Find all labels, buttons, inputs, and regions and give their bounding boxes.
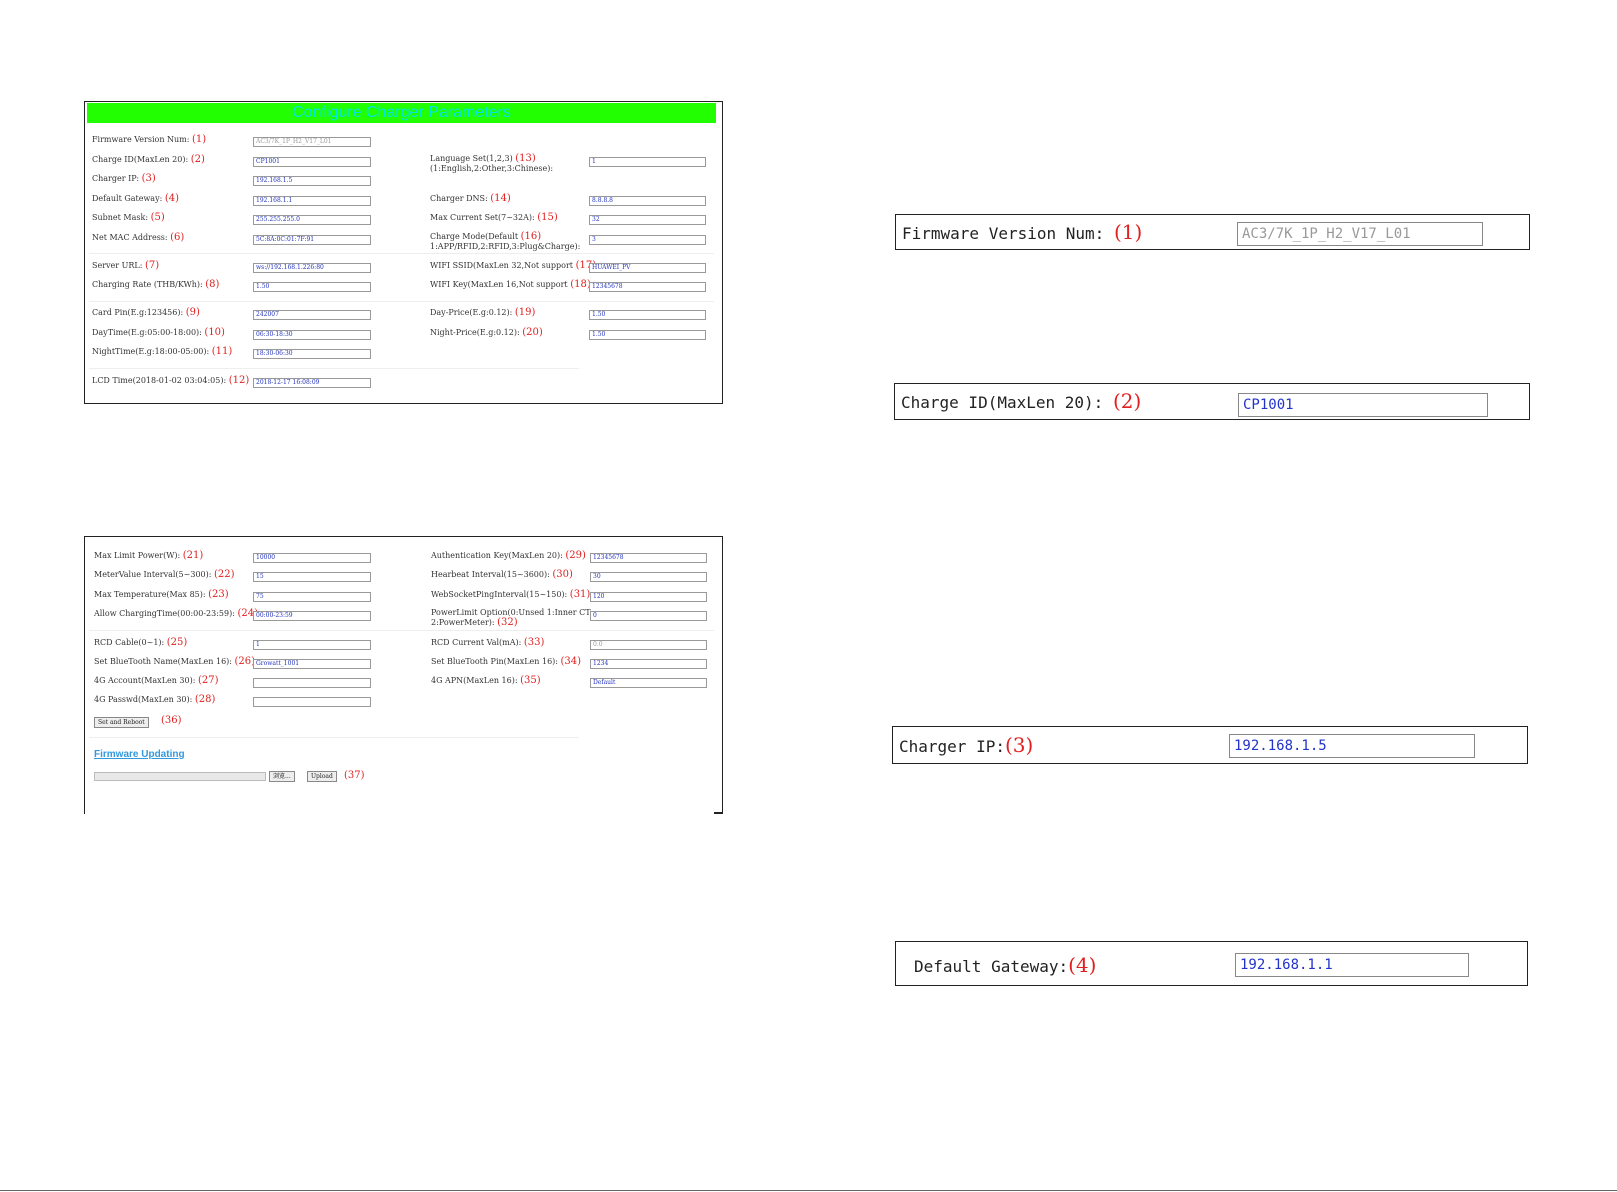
zoom-label-firmware-version: Firmware Version Num: (1): [902, 220, 1143, 244]
zoom-label-charge-id: Charge ID(MaxLen 20): (2): [901, 389, 1142, 413]
night-price-input[interactable]: 1.50: [589, 330, 706, 340]
language-set-input[interactable]: 1: [589, 157, 706, 167]
firmware-version-field: AC3/7K_1P_H2_V17_L01: [253, 137, 371, 147]
label-max-temperature: Max Temperature(Max 85): (23): [94, 589, 229, 600]
label-authentication-key: Authentication Key(MaxLen 20): (29): [431, 550, 586, 561]
label-night-price: Night-Price(E.g:0.12): (20): [430, 327, 543, 338]
label-bluetooth-pin: Set BlueTooth Pin(MaxLen 16): (34): [431, 656, 582, 667]
label-day-price: Day-Price(E.g:0.12): (19): [430, 307, 536, 318]
wifi-ssid-input[interactable]: HUAWEI_PV: [589, 263, 706, 273]
label-lcd-time: LCD Time(2018-01-02 03:04:05): (12): [92, 375, 250, 386]
label-language-set: Language Set(1,2,3) (13) (1:English,2:Oth…: [430, 153, 554, 174]
label-rcd-current: RCD Current Val(mA): (33): [431, 637, 545, 648]
label-wifi-key: WIFI Key(MaxLen 16,Not support (18): [430, 279, 591, 290]
divider: [89, 253, 714, 254]
label-metervalue-interval: MeterValue Interval(5~300): (22): [94, 569, 235, 580]
firmware-updating-link[interactable]: Firmware Updating: [94, 749, 185, 760]
charging-rate-input[interactable]: 1.50: [253, 282, 371, 292]
label-charger-dns: Charger DNS: (14): [430, 193, 511, 204]
upload-marker: (37): [344, 770, 365, 781]
set-reboot-marker: (36): [161, 715, 182, 726]
divider: [89, 737, 579, 738]
file-path-input[interactable]: [94, 772, 266, 781]
charge-id-input[interactable]: CP1001: [253, 157, 371, 167]
divider: [89, 301, 714, 302]
label-4g-account: 4G Account(MaxLen 30): (27): [94, 675, 219, 686]
label-default-gateway: Default Gateway: (4): [92, 193, 180, 204]
upload-button[interactable]: Upload: [307, 771, 337, 782]
label-rcd-cable: RCD Cable(0~1): (25): [94, 637, 188, 648]
wifi-key-input[interactable]: 12345678: [589, 282, 706, 292]
zoom-charge-id-input[interactable]: CP1001: [1238, 393, 1488, 417]
authentication-key-input[interactable]: 12345678: [590, 553, 707, 563]
config-panel-main: Configure Charger Parameters Firmware Ve…: [84, 101, 723, 404]
zoom-charger-ip: Charger IP:(3) 192.168.1.5: [892, 726, 1528, 764]
bottom-rule: [0, 1190, 1617, 1191]
zoom-default-gateway-input[interactable]: 192.168.1.1: [1235, 953, 1469, 977]
label-bluetooth-name: Set BlueTooth Name(MaxLen 16): (26): [94, 656, 256, 667]
label-powerlimit-option: PowerLimit Option(0:Unsed 1:Inner CT 2:Po…: [431, 608, 591, 628]
label-charging-rate: Charging Rate (THB/KWh): (8): [92, 279, 220, 290]
label-charge-mode: Charge Mode(Default (16) 1:APP/RFID,2:RFI…: [430, 231, 581, 252]
zoom-charger-ip-input[interactable]: 192.168.1.5: [1229, 734, 1475, 758]
label-charger-ip: Charger IP: (3): [92, 173, 156, 184]
divider: [89, 630, 714, 631]
zoom-firmware-version: Firmware Version Num: (1) AC3/7K_1P_H2_V…: [895, 214, 1530, 250]
label-websocket-ping: WebSocketPingInterval(15~150): (31): [431, 589, 591, 600]
bluetooth-name-input[interactable]: Growatt_1001: [253, 659, 371, 669]
max-current-input[interactable]: 32: [589, 215, 706, 225]
panel-corner: [714, 812, 723, 814]
max-limit-power-input[interactable]: 10000: [253, 553, 371, 563]
4g-account-input[interactable]: [253, 678, 371, 688]
powerlimit-option-input[interactable]: 0: [590, 611, 707, 621]
label-daytime: DayTime(E.g:05:00-18:00): (10): [92, 327, 225, 338]
daytime-input[interactable]: 06:30-18:30: [253, 330, 371, 340]
label-firmware-version: Firmware Version Num: (1): [92, 134, 207, 145]
label-max-current: Max Current Set(7~32A): (15): [430, 212, 558, 223]
zoom-default-gateway: Default Gateway:(4) 192.168.1.1: [895, 941, 1528, 986]
rcd-cable-input[interactable]: 1: [253, 640, 371, 650]
label-card-pin: Card Pin(E.g:123456): (9): [92, 307, 200, 318]
4g-passwd-input[interactable]: [253, 697, 371, 707]
heartbeat-interval-input[interactable]: 30: [590, 572, 707, 582]
day-price-input[interactable]: 1.50: [589, 310, 706, 320]
charge-mode-input[interactable]: 3: [589, 235, 706, 245]
bluetooth-pin-input[interactable]: 1234: [590, 659, 707, 669]
label-4g-passwd: 4G Passwd(MaxLen 30): (28): [94, 694, 216, 705]
page-title: Configure Charger Parameters: [87, 103, 716, 123]
zoom-label-charger-ip: Charger IP:(3): [899, 733, 1034, 757]
label-charge-id: Charge ID(MaxLen 20): (2): [92, 154, 205, 165]
allow-charging-time-input[interactable]: 00:00-23:59: [253, 611, 371, 621]
label-heartbeat-interval: Hearbeat Interval(15~3600): (30): [431, 569, 573, 580]
charger-dns-input[interactable]: 8.8.8.8: [589, 196, 706, 206]
config-panel-advanced: Max Limit Power(W): (21) 10000 MeterValu…: [84, 536, 723, 814]
set-and-reboot-button[interactable]: Set and Reboot: [94, 717, 149, 728]
label-wifi-ssid: WIFI SSID(MaxLen 32,Not support (17): [430, 260, 597, 271]
rcd-current-field: 0.0: [590, 640, 707, 650]
label-mac-address: Net MAC Address: (6): [92, 232, 185, 243]
divider: [89, 368, 579, 369]
zoom-charge-id: Charge ID(MaxLen 20): (2) CP1001: [894, 383, 1530, 420]
card-pin-input[interactable]: 242007: [253, 310, 371, 320]
label-server-url: Server URL: (7): [92, 260, 160, 271]
max-temperature-input[interactable]: 75: [253, 592, 371, 602]
browse-button[interactable]: 浏览...: [269, 771, 295, 782]
label-max-limit-power: Max Limit Power(W): (21): [94, 550, 204, 561]
default-gateway-input[interactable]: 192.168.1.1: [253, 196, 371, 206]
label-subnet-mask: Subnet Mask: (5): [92, 212, 165, 223]
subnet-mask-input[interactable]: 255.255.255.0: [253, 215, 371, 225]
zoom-label-default-gateway: Default Gateway:(4): [914, 953, 1097, 977]
charger-ip-input[interactable]: 192.168.1.5: [253, 176, 371, 186]
server-url-input[interactable]: ws://192.168.1.226:80: [253, 263, 371, 273]
websocket-ping-input[interactable]: 120: [590, 592, 707, 602]
label-allow-charging-time: Allow ChargingTime(00:00-23:59): (24): [94, 608, 258, 619]
mac-address-input[interactable]: 5C:8A:0C:01:7F:91: [253, 235, 371, 245]
label-4g-apn: 4G APN(MaxLen 16): (35): [431, 675, 541, 686]
zoom-firmware-version-field: AC3/7K_1P_H2_V17_L01: [1237, 222, 1483, 246]
4g-apn-input[interactable]: Default: [590, 678, 707, 688]
label-nighttime: NightTime(E.g:18:00-05:00): (11): [92, 346, 233, 357]
nighttime-input[interactable]: 18:30-06:30: [253, 349, 371, 359]
lcd-time-input[interactable]: 2018-12-17 16:08:09: [253, 378, 371, 388]
metervalue-interval-input[interactable]: 15: [253, 572, 371, 582]
